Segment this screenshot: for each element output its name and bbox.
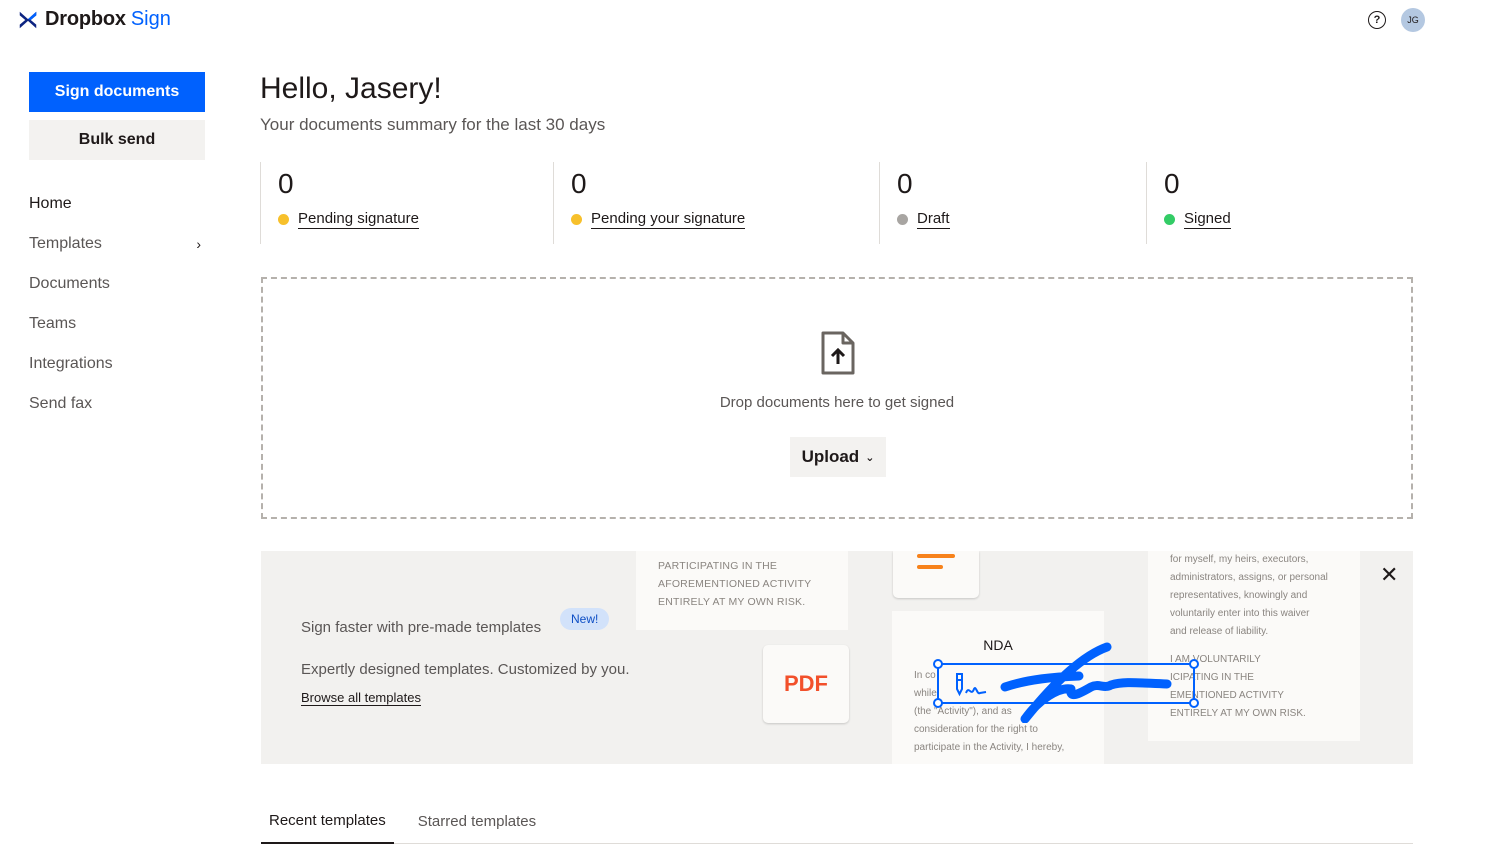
promo-description: Expertly designed templates. Customized … [301,661,630,678]
templates-promo-banner: Sign faster with pre-made templates New!… [261,551,1413,764]
stat-label: Signed [1184,210,1231,229]
tab-recent-templates[interactable]: Recent templates [261,799,394,844]
bulk-send-button[interactable]: Bulk send [29,120,205,160]
stat-link[interactable]: Signed [1164,210,1413,229]
sidebar-item-integrations[interactable]: Integrations [29,344,205,384]
upload-label: Upload [801,447,860,466]
sign-documents-button[interactable]: Sign documents [29,72,205,112]
dropbox-sign-logo[interactable]: Dropbox Sign [17,8,171,31]
signature-scribble [1000,642,1172,723]
upload-button[interactable]: Upload ⌄ [790,437,886,477]
resize-handle [1189,659,1199,669]
card-text-line: for myself, my heirs, executors, [1170,554,1309,565]
page-title: Hello, Jasery! [260,72,442,105]
waiver-card: for myself, my heirs, executors, adminis… [1148,551,1360,741]
stat-label: Draft [917,210,950,229]
card-text-line: and release of liability. [1170,626,1269,637]
stat-count: 0 [1164,168,1180,199]
stat-label: Pending your signature [591,210,746,229]
resize-handle [933,659,943,669]
brand-name: Dropbox [45,8,126,30]
dropbox-logo-icon [19,11,37,28]
text-line-decoration [917,554,955,558]
sidebar-item-label: Documents [29,275,110,292]
promo-title: Sign faster with pre-made templates [301,619,542,636]
stat-signed: 0 Signed [1146,162,1413,244]
help-icon[interactable]: ? [1368,11,1386,29]
stat-count: 0 [897,168,913,199]
stat-draft: 0 Draft [879,162,1146,244]
sidebar-nav: Home Templates › Documents Teams Integrat… [29,184,205,424]
stat-link[interactable]: Draft [897,210,1146,229]
sidebar-item-label: Send fax [29,395,93,412]
stat-count: 0 [278,168,294,199]
signature-pen-icon [956,673,987,697]
sidebar-item-label: Home [29,195,72,212]
card-text-line: participate in the Activity, I hereby, [914,742,1065,753]
sidebar-item-teams[interactable]: Teams [29,304,205,344]
card-text-line: AFOREMENTIONED ACTIVITY [658,578,812,590]
templates-tabs: Recent templates Starred templates [261,799,1413,844]
card-text-line: voluntarily enter into this waiver [1170,608,1310,619]
card-text-line: representatives, knowingly and [1170,590,1308,601]
browse-templates-link[interactable]: Browse all templates [301,690,421,706]
avatar[interactable]: JG [1401,8,1425,32]
sidebar-item-templates[interactable]: Templates › [29,224,205,264]
document-dropzone[interactable]: Drop documents here to get signed Upload… [261,277,1413,519]
chevron-down-icon: ⌄ [865,451,875,464]
sidebar-item-home[interactable]: Home [29,184,205,224]
stat-link[interactable]: Pending your signature [571,210,879,229]
card-text-line: consideration for the right to [914,724,1038,735]
resize-handle [933,698,943,708]
card-text-line: ENTIRELY AT MY OWN RISK. [658,596,806,608]
stat-pending-signature: 0 Pending signature [260,162,553,244]
status-dot [571,214,582,225]
page-subtitle: Your documents summary for the last 30 d… [260,115,606,134]
resize-handle [1189,698,1199,708]
sidebar-item-send-fax[interactable]: Send fax [29,384,205,424]
card-text-line: ICIPATING IN THE [1170,672,1254,683]
status-dot [278,214,289,225]
stat-link[interactable]: Pending signature [278,210,553,229]
file-upload-icon [821,331,855,375]
dropzone-text: Drop documents here to get signed [719,394,955,411]
card-text-line: administrators, assigns, or personal [1170,572,1328,583]
card-spacer [1170,641,1360,651]
card-text-line: ENTIRELY AT MY OWN RISK. [1170,708,1306,719]
sidebar-item-label: Templates [29,235,102,252]
document-stats: 0 Pending signature 0 Pending your signa… [260,162,1413,244]
new-badge: New! [560,608,610,630]
pdf-card: PDF [763,645,849,723]
brand-product: Sign [130,8,171,30]
sidebar-item-documents[interactable]: Documents [29,264,205,304]
close-icon[interactable]: ✕ [1380,564,1398,586]
status-dot [1164,214,1175,225]
card-text-line: I AM VOLUNTARILY [1170,654,1261,665]
status-dot [897,214,908,225]
sidebar-item-label: Integrations [29,355,113,372]
sidebar-item-label: Teams [29,315,77,332]
stat-count: 0 [571,168,587,199]
document-lines-card [893,551,979,598]
template-preview-card: PARTICIPATING IN THE AFOREMENTIONED ACTI… [636,551,848,630]
text-line-decoration [917,565,943,569]
card-text-line: PARTICIPATING IN THE [658,560,778,572]
stat-label: Pending signature [298,210,419,229]
chevron-right-icon: › [196,236,201,252]
stat-pending-your-signature: 0 Pending your signature [553,162,879,244]
tab-starred-templates[interactable]: Starred templates [410,799,544,844]
